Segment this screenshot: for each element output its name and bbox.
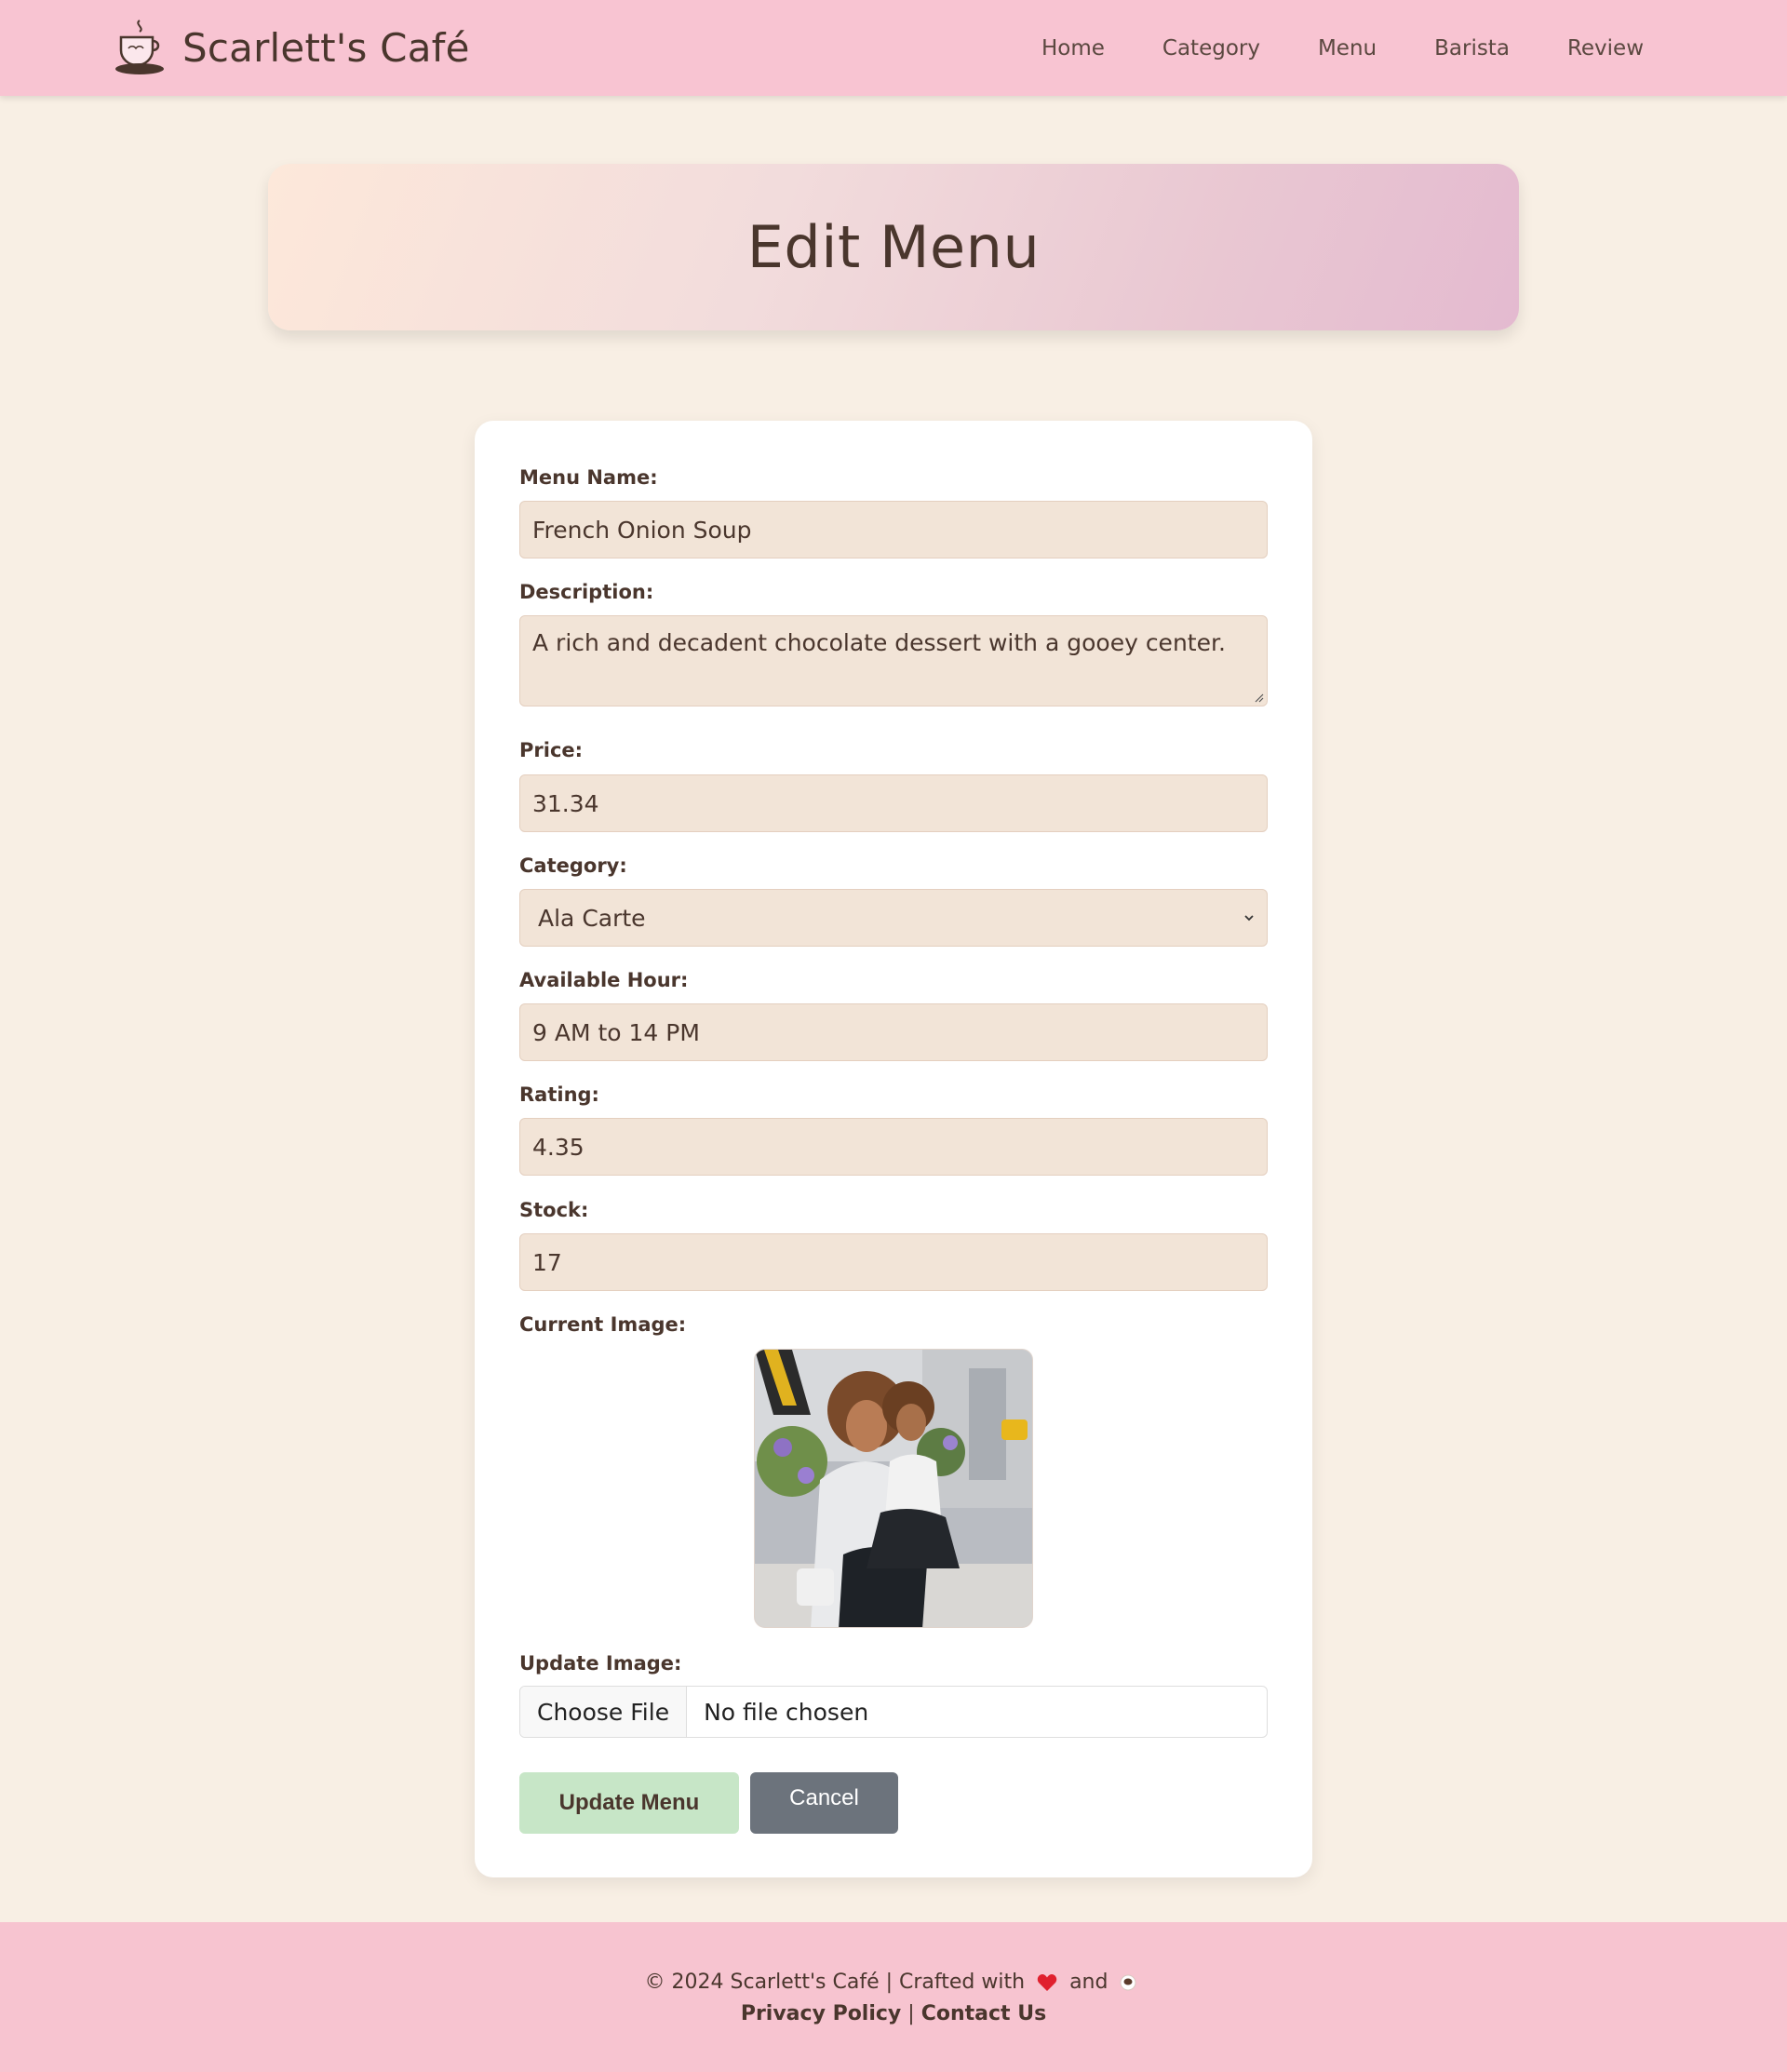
- update-menu-button[interactable]: Update Menu: [519, 1772, 739, 1834]
- page-title: Edit Menu: [746, 213, 1041, 281]
- coffee-cup-icon: [115, 20, 164, 74]
- brand-name: Scarlett's Café: [182, 24, 470, 71]
- nav-links: Home Category Menu Barista Review: [984, 0, 1644, 96]
- rating-value: 4.35: [532, 1133, 584, 1161]
- stock-label: Stock:: [519, 1199, 589, 1221]
- nav-link-menu[interactable]: Menu: [1318, 36, 1377, 61]
- file-status-text: No file chosen: [704, 1698, 869, 1726]
- description-textarea[interactable]: A rich and decadent chocolate dessert wi…: [519, 615, 1268, 706]
- update-image-file-input[interactable]: Choose File No file chosen: [519, 1686, 1268, 1738]
- available-hour-input[interactable]: 9 AM to 14 PM: [519, 1003, 1268, 1061]
- description-value: A rich and decadent chocolate dessert wi…: [532, 629, 1226, 656]
- menu-name-label: Menu Name:: [519, 466, 658, 489]
- nav-link-review[interactable]: Review: [1567, 36, 1644, 61]
- nav-link-category[interactable]: Category: [1162, 36, 1260, 61]
- current-menu-image: [754, 1349, 1033, 1628]
- rating-input[interactable]: 4.35: [519, 1118, 1268, 1176]
- nav-link-barista[interactable]: Barista: [1434, 36, 1510, 61]
- stock-value: 17: [532, 1248, 562, 1276]
- category-label: Category:: [519, 854, 627, 877]
- privacy-policy-link[interactable]: Privacy Policy: [741, 2002, 901, 2025]
- choose-file-button[interactable]: Choose File: [520, 1687, 688, 1737]
- available-hour-label: Available Hour:: [519, 969, 689, 991]
- footer-separator: |: [907, 2002, 915, 2025]
- page-header-banner: Edit Menu: [268, 164, 1519, 330]
- copyright-text: © 2024 Scarlett's Café | Crafted with: [644, 1971, 1026, 1994]
- edit-menu-form: Menu Name: French Onion Soup Description…: [475, 421, 1312, 1877]
- price-label: Price:: [519, 739, 584, 761]
- footer-links: Privacy Policy | Contact Us: [0, 2002, 1787, 2025]
- and-text: and: [1069, 1971, 1108, 1994]
- chevron-down-icon: [1244, 915, 1254, 922]
- price-value: 31.34: [532, 789, 599, 817]
- contact-us-link[interactable]: Contact Us: [921, 2002, 1046, 2025]
- available-hour-value: 9 AM to 14 PM: [532, 1018, 700, 1046]
- brand-link[interactable]: Scarlett's Café: [112, 17, 470, 78]
- navbar: Scarlett's Café Home Category Menu Baris…: [0, 0, 1787, 96]
- heart-icon: [1037, 1974, 1057, 1991]
- cancel-button[interactable]: Cancel: [750, 1772, 898, 1834]
- menu-name-input[interactable]: French Onion Soup: [519, 501, 1268, 558]
- current-image-label: Current Image:: [519, 1313, 687, 1336]
- update-image-label: Update Image:: [519, 1652, 682, 1675]
- menu-name-value: French Onion Soup: [532, 516, 752, 544]
- stock-input[interactable]: 17: [519, 1233, 1268, 1291]
- category-select[interactable]: Ala Carte: [519, 889, 1268, 947]
- footer-copyright: © 2024 Scarlett's Café | Crafted with an…: [0, 1971, 1787, 1994]
- nav-link-home[interactable]: Home: [1041, 36, 1105, 61]
- price-input[interactable]: 31.34: [519, 774, 1268, 832]
- rating-label: Rating:: [519, 1083, 599, 1106]
- resize-grip-icon[interactable]: [1253, 692, 1264, 703]
- coffee-bean-icon: [1120, 1974, 1136, 1991]
- description-label: Description:: [519, 581, 654, 603]
- category-value: Ala Carte: [538, 904, 646, 932]
- footer: © 2024 Scarlett's Café | Crafted with an…: [0, 1922, 1787, 2072]
